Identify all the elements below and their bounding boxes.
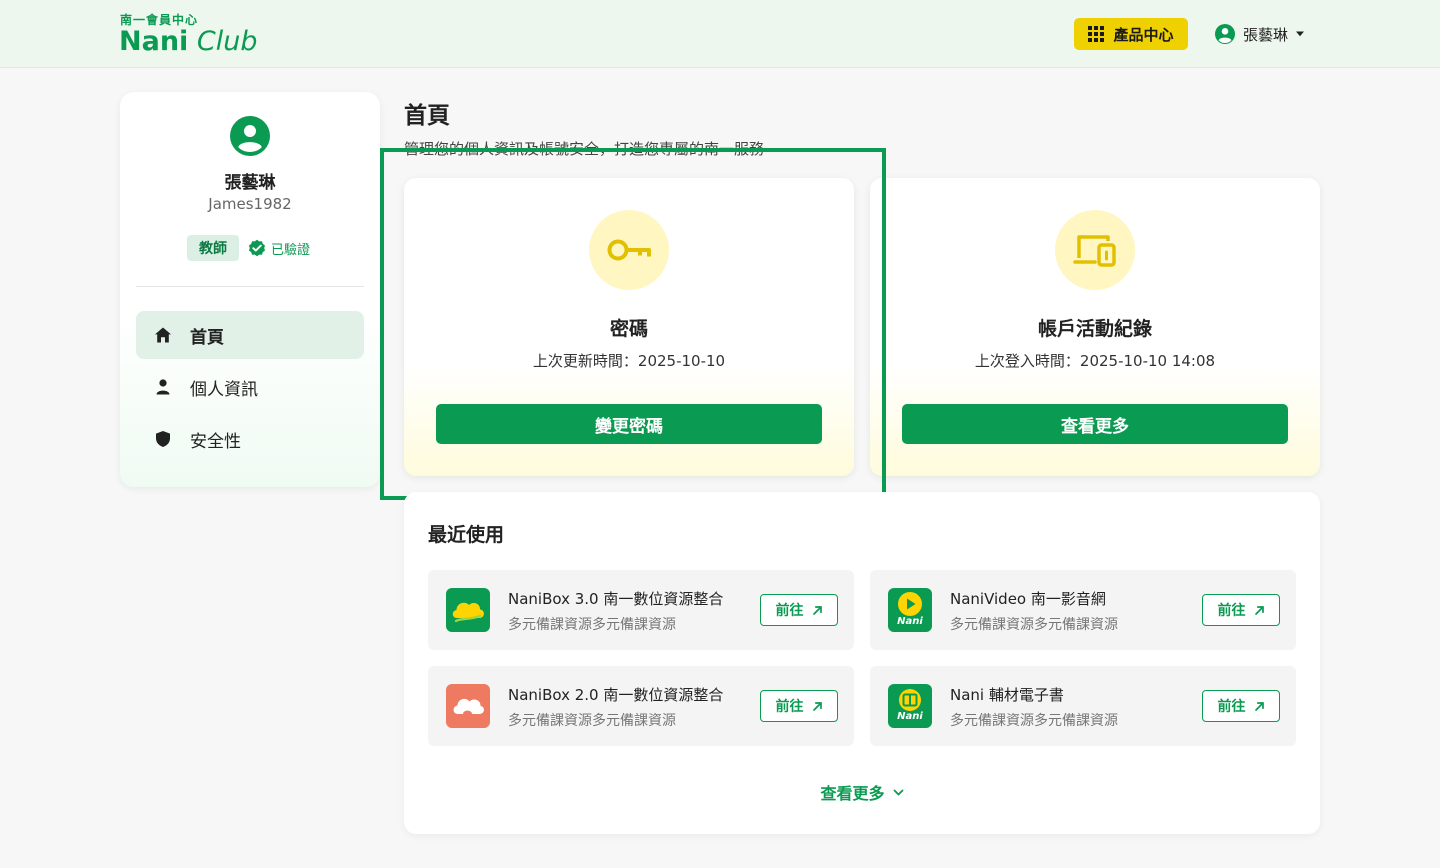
caret-down-icon bbox=[1296, 31, 1305, 37]
page-title: 首頁 bbox=[404, 103, 450, 129]
go-label: 前往 bbox=[1217, 699, 1246, 715]
person-icon bbox=[156, 379, 170, 395]
verified-check-icon bbox=[249, 239, 265, 257]
resource-description: 多元備課資源多元備課資源 bbox=[950, 617, 1118, 633]
sidebar-item-label: 安全性 bbox=[190, 431, 241, 452]
sidebar-divider bbox=[136, 286, 364, 287]
change-password-button[interactable]: 變更密碼 bbox=[436, 404, 822, 444]
verified-status: 已驗證 bbox=[248, 238, 310, 258]
role-badge: 教師 bbox=[187, 235, 239, 261]
logo-main-text: Nani bbox=[119, 26, 189, 57]
go-label: 前往 bbox=[775, 699, 804, 715]
recently-used-panel: 最近使用 NaniBox 3.0 南一數位資源整合 多元備課資源多元備課資源 前… bbox=[404, 492, 1320, 834]
account-activity-card: 帳戶活動紀錄 上次登入時間：2025-10-10 14:08 查看更多 bbox=[870, 178, 1320, 476]
list-item[interactable]: NaniBox 2.0 南一數位資源整合 多元備課資源多元備課資源 前往 bbox=[428, 666, 854, 746]
external-arrow-icon bbox=[812, 605, 822, 615]
list-item[interactable]: Nani NaniVideo 南一影音網 多元備課資源多元備課資源 前往 bbox=[870, 570, 1296, 650]
resource-name: NaniBox 2.0 南一數位資源整合 bbox=[508, 686, 724, 704]
go-label: 前往 bbox=[1217, 603, 1246, 619]
sidebar-item-security[interactable]: 安全性 bbox=[136, 415, 364, 463]
home-icon bbox=[155, 327, 171, 343]
sidebar-item-home[interactable]: 首頁 bbox=[136, 311, 364, 359]
product-center-button[interactable]: 產品中心 bbox=[1074, 18, 1188, 50]
resource-description: 多元備課資源多元備課資源 bbox=[950, 713, 1118, 729]
password-card: 密碼 上次更新時間：2025-10-10 變更密碼 bbox=[404, 178, 854, 476]
external-arrow-icon bbox=[812, 701, 822, 711]
top-header: 南一會員中心 Nani Club 產品中心 張藝琳 bbox=[0, 0, 1440, 68]
sidebar-item-personal-info[interactable]: 個人資訊 bbox=[136, 363, 364, 411]
external-arrow-icon bbox=[1254, 701, 1264, 711]
shield-icon bbox=[156, 431, 170, 447]
nani-ebook-icon: Nani bbox=[888, 684, 932, 728]
activity-card-title: 帳戶活動紀錄 bbox=[1037, 318, 1152, 340]
view-more-label: 查看更多 bbox=[820, 784, 885, 803]
resource-name: NaniVideo 南一影音網 bbox=[950, 590, 1106, 608]
view-more-recent-button[interactable]: 查看更多 bbox=[404, 780, 1320, 804]
key-icon bbox=[607, 239, 651, 261]
user-circle-icon bbox=[1215, 24, 1235, 44]
nanibox2-icon bbox=[446, 684, 490, 728]
resource-name: Nani 輔材電子書 bbox=[950, 686, 1064, 704]
external-arrow-icon bbox=[1254, 605, 1264, 615]
list-item[interactable]: Nani Nani 輔材電子書 多元備課資源多元備課資源 前往 bbox=[870, 666, 1296, 746]
nani-club-logo[interactable]: Nani Club bbox=[119, 26, 258, 58]
password-last-updated: 上次更新時間：2025-10-10 bbox=[532, 352, 726, 370]
devices-icon bbox=[1073, 235, 1116, 267]
go-button[interactable]: 前往 bbox=[760, 594, 838, 626]
nanivideo-icon: Nani bbox=[888, 588, 932, 632]
devices-icon-circle bbox=[1055, 210, 1135, 290]
go-label: 前往 bbox=[775, 603, 804, 619]
password-card-title: 密碼 bbox=[609, 318, 648, 340]
profile-name: 張藝琳 bbox=[224, 173, 276, 193]
profile-sidebar: 張藝琳 James1982 教師 已驗證 首頁 個人資訊 安全性 bbox=[120, 92, 380, 487]
go-button[interactable]: 前往 bbox=[1202, 690, 1280, 722]
apps-grid-icon bbox=[1088, 26, 1105, 42]
verified-label: 已驗證 bbox=[271, 242, 311, 258]
avatar bbox=[230, 116, 270, 156]
sidebar-item-label: 首頁 bbox=[190, 327, 224, 348]
product-center-label: 產品中心 bbox=[1113, 25, 1174, 44]
resource-description: 多元備課資源多元備課資源 bbox=[508, 617, 676, 633]
user-menu[interactable]: 張藝琳 bbox=[1214, 22, 1305, 46]
logo-sub-text: Club bbox=[196, 26, 258, 57]
chevron-down-icon bbox=[893, 789, 903, 795]
sidebar-item-label: 個人資訊 bbox=[190, 379, 258, 400]
go-button[interactable]: 前往 bbox=[760, 690, 838, 722]
view-more-activity-button[interactable]: 查看更多 bbox=[902, 404, 1288, 444]
resource-description: 多元備課資源多元備課資源 bbox=[508, 713, 676, 729]
list-item[interactable]: NaniBox 3.0 南一數位資源整合 多元備課資源多元備課資源 前往 bbox=[428, 570, 854, 650]
recently-used-title: 最近使用 bbox=[428, 524, 505, 546]
user-menu-name: 張藝琳 bbox=[1243, 25, 1289, 44]
go-button[interactable]: 前往 bbox=[1202, 594, 1280, 626]
resource-name: NaniBox 3.0 南一數位資源整合 bbox=[508, 590, 724, 608]
profile-user-id: James1982 bbox=[208, 195, 292, 213]
page-subtitle: 管理您的個人資訊及帳號安全，打造您專屬的南一服務 bbox=[404, 140, 765, 158]
nanibox3-icon bbox=[446, 588, 490, 632]
key-icon-circle bbox=[589, 210, 669, 290]
last-login-time: 上次登入時間：2025-10-10 14:08 bbox=[974, 352, 1216, 370]
